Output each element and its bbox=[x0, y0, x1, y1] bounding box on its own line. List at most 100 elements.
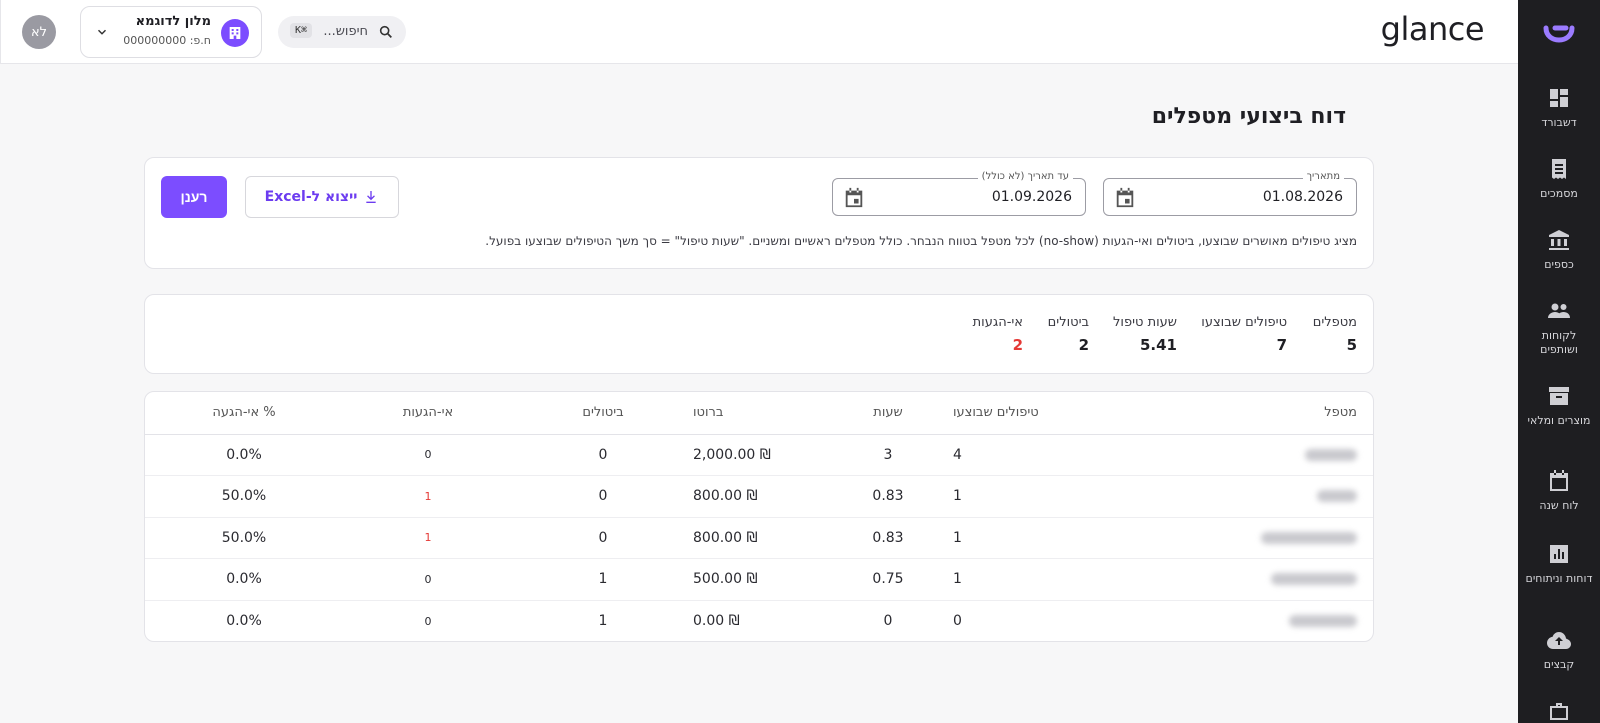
chevron-down-icon bbox=[97, 29, 107, 35]
building-icon bbox=[221, 19, 249, 47]
cell-cancellations: 1 bbox=[513, 558, 693, 601]
therapist-name-redacted bbox=[1153, 517, 1373, 559]
therapist-name-redacted bbox=[1153, 434, 1373, 476]
col-hours[interactable]: שעות bbox=[823, 392, 953, 435]
sidebar-item-label: קבצים bbox=[1543, 658, 1575, 671]
calendar-icon[interactable] bbox=[843, 187, 865, 209]
cell-cancellations: 0 bbox=[513, 517, 693, 559]
therapist-name-redacted bbox=[1153, 558, 1373, 601]
cell-cancellations: 0 bbox=[513, 434, 693, 476]
col-noshows[interactable]: אי-הגעות bbox=[343, 392, 513, 435]
col-therapist[interactable]: מטפל bbox=[1153, 392, 1373, 435]
sidebar-item-label: מסמכים bbox=[1540, 187, 1578, 200]
user-avatar[interactable]: לא bbox=[22, 15, 56, 49]
account-switcher[interactable]: מלון לדוגמא ח.פ: 000000000 bbox=[80, 6, 262, 58]
receipt-icon bbox=[1552, 159, 1566, 179]
performance-table: מטפל טיפולים שבוצעו שעות ברוטו ביטולים א… bbox=[145, 392, 1373, 641]
cell-gross: ₪ 0.00 bbox=[693, 613, 740, 629]
cell-treatments: 1 bbox=[953, 517, 1153, 559]
cell-treatments: 1 bbox=[953, 475, 1153, 518]
search-input[interactable]: חיפוש... ⌘K bbox=[278, 16, 406, 48]
therapist-name-redacted bbox=[1153, 600, 1373, 641]
from-date-value: 01.08.2026 bbox=[1262, 189, 1343, 205]
table-row[interactable]: 1 0.83 ₪ 800.00 0 1 50.0% bbox=[145, 517, 1373, 559]
sidebar-item-label: דוחות וניתוחים bbox=[1525, 572, 1593, 585]
sidebar-item-products[interactable]: מוצרים ומלאי bbox=[1518, 384, 1600, 428]
bank-icon bbox=[1549, 230, 1569, 250]
performance-table-card: מטפל טיפולים שבוצעו שעות ברוטו ביטולים א… bbox=[144, 391, 1374, 642]
table-row[interactable]: 1 0.83 ₪ 800.00 0 1 50.0% bbox=[145, 475, 1373, 518]
col-treatments[interactable]: טיפולים שבוצעו bbox=[953, 392, 1153, 435]
cell-gross: ₪ 2,000.00 bbox=[693, 434, 823, 476]
table-row[interactable]: 0 0 ₪ 0.00 1 0 0.0% bbox=[145, 600, 1373, 641]
therapist-name-redacted bbox=[1153, 475, 1373, 518]
summary-card: מטפלים 5 טיפולים שבוצעו 7 שעות טיפול 5.4… bbox=[144, 294, 1374, 374]
cell-noshow-pct: 0.0% bbox=[226, 613, 262, 629]
sidebar-item-label: לקוחות ושותפים bbox=[1540, 329, 1578, 356]
stat-cancellations: ביטולים 2 bbox=[1048, 315, 1089, 354]
cell-treatments: 0 bbox=[953, 613, 962, 629]
stat-label: טיפולים שבוצעו bbox=[1201, 315, 1287, 330]
cell-cancellations: 0 bbox=[513, 475, 693, 518]
sidebar-item-customers[interactable]: לקוחות ושותפים bbox=[1518, 299, 1600, 357]
stat-value: 7 bbox=[1276, 336, 1287, 354]
calendar-icon[interactable] bbox=[1114, 187, 1136, 209]
search-icon bbox=[379, 25, 392, 38]
cell-hours: 3 bbox=[823, 434, 953, 476]
refresh-button[interactable]: רענן bbox=[161, 176, 227, 218]
people-icon bbox=[1548, 303, 1570, 318]
table-row[interactable]: 1 0.75 ₪ 500.00 1 0 0.0% bbox=[145, 558, 1373, 601]
cell-noshows: 1 bbox=[343, 517, 513, 559]
brand-logo: glance bbox=[1380, 10, 1485, 48]
sidebar-item-calendar[interactable]: לוח שנה bbox=[1518, 469, 1600, 513]
stat-hours: שעות טיפול 5.41 bbox=[1113, 315, 1177, 354]
account-name: מלון לדוגמא bbox=[135, 14, 211, 29]
sidebar-item-label: דשבורד bbox=[1541, 116, 1577, 129]
table-header-row: מטפל טיפולים שבוצעו שעות ברוטו ביטולים א… bbox=[145, 392, 1373, 435]
col-cancellations[interactable]: ביטולים bbox=[513, 392, 693, 435]
col-gross[interactable]: ברוטו bbox=[693, 392, 823, 435]
cell-gross: ₪ 800.00 bbox=[693, 475, 823, 518]
cell-hours: 0.75 bbox=[823, 558, 953, 601]
sidebar-item-documents[interactable]: מסמכים bbox=[1518, 157, 1600, 201]
cell-noshows: 0 bbox=[343, 434, 513, 476]
page-title: דוח ביצועי מטפלים bbox=[1151, 104, 1346, 129]
sidebar-item-reports[interactable]: דוחות וניתוחים bbox=[1518, 542, 1600, 586]
cell-noshows: 0 bbox=[343, 558, 513, 601]
sidebar-item-more[interactable] bbox=[1518, 700, 1600, 723]
col-noshow-pct[interactable]: % אי-הגעה bbox=[145, 392, 343, 435]
stat-therapists: מטפלים 5 bbox=[1313, 315, 1357, 354]
account-company-id: ח.פ: 000000000 bbox=[123, 34, 211, 47]
inventory-icon bbox=[1549, 387, 1569, 405]
cell-noshows: 1 bbox=[343, 475, 513, 518]
stat-noshows: אי-הגעות 2 bbox=[973, 315, 1023, 354]
from-date-label: מתאריך bbox=[1302, 171, 1344, 182]
app-logo-icon bbox=[1543, 25, 1575, 43]
stat-value: 2 bbox=[1012, 336, 1023, 354]
cell-gross: ₪ 800.00 bbox=[693, 517, 823, 559]
cell-hours: 0.83 bbox=[823, 517, 953, 559]
to-date-field[interactable]: עד תאריך (לא כולל) 01.09.2026 bbox=[832, 171, 1086, 216]
sidebar-item-dashboard[interactable]: דשבורד bbox=[1518, 86, 1600, 130]
stat-value: 5 bbox=[1346, 336, 1357, 354]
from-date-field[interactable]: מתאריך 01.08.2026 bbox=[1103, 171, 1357, 216]
cell-hours: 0 bbox=[883, 613, 893, 629]
sidebar-item-label: כספים bbox=[1544, 258, 1574, 271]
cell-treatments: 1 bbox=[953, 558, 1153, 601]
stat-treatments: טיפולים שבוצעו 7 bbox=[1201, 315, 1287, 354]
dashboard-icon bbox=[1550, 89, 1568, 107]
stat-value: 2 bbox=[1078, 336, 1089, 354]
briefcase-icon bbox=[1550, 703, 1568, 720]
sidebar-item-finance[interactable]: כספים bbox=[1518, 228, 1600, 272]
chart-icon bbox=[1550, 545, 1568, 563]
sidebar-item-files[interactable]: קבצים bbox=[1518, 628, 1600, 672]
cell-hours: 0.83 bbox=[823, 475, 953, 518]
sidebar-item-label: מוצרים ומלאי bbox=[1527, 414, 1591, 427]
search-shortcut: ⌘K bbox=[290, 23, 313, 38]
stat-label: מטפלים bbox=[1312, 315, 1357, 330]
cell-noshow-pct: 0.0% bbox=[145, 434, 343, 476]
table-row[interactable]: 4 3 ₪ 2,000.00 0 0 0.0% bbox=[145, 434, 1373, 476]
export-excel-button[interactable]: ייצוא ל-Excel bbox=[245, 176, 399, 218]
to-date-label: עד תאריך (לא כולל) bbox=[977, 171, 1073, 182]
cell-noshow-pct: 0.0% bbox=[145, 558, 343, 601]
